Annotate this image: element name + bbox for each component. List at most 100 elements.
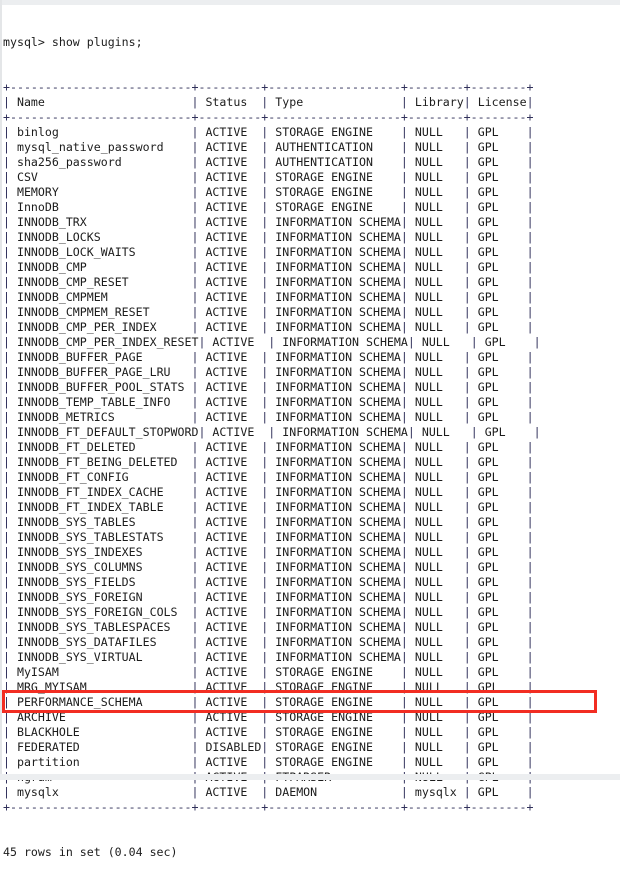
table-cell: INFORMATION SCHEMA xyxy=(275,470,401,484)
column-separator: | xyxy=(3,470,17,484)
column-separator: | xyxy=(400,470,415,484)
table-cell: NULL xyxy=(421,335,471,349)
table-row: | INNODB_FT_DELETED | ACTIVE | INFORMATI… xyxy=(3,440,617,455)
column-separator: | xyxy=(191,515,206,529)
table-cell: NULL xyxy=(414,140,464,154)
column-separator: | xyxy=(400,350,415,364)
table-top-rule: +--------------------------+---------+--… xyxy=(3,80,617,95)
column-separator: | xyxy=(463,710,478,724)
table-cell: GPL xyxy=(477,530,527,544)
table-cell: GPL xyxy=(477,200,527,214)
column-separator: | xyxy=(463,95,478,109)
table-rule: +--------------------------+---------+--… xyxy=(3,80,534,94)
table-cell: ACTIVE xyxy=(205,185,262,199)
column-separator: | xyxy=(463,725,478,739)
table-cell: NULL xyxy=(414,440,464,454)
column-separator: | xyxy=(191,500,206,514)
column-separator: | xyxy=(191,620,206,634)
table-cell: INFORMATION SCHEMA xyxy=(275,365,401,379)
column-separator: | xyxy=(463,260,478,274)
table-cell: INNODB_BUFFER_PAGE_LRU xyxy=(16,365,192,379)
table-cell: NULL xyxy=(414,290,464,304)
table-cell: INNODB_CMPMEM_RESET xyxy=(16,305,192,319)
table-cell: INNODB_LOCKS xyxy=(16,230,192,244)
column-separator: | xyxy=(261,560,276,574)
column-separator: | xyxy=(3,530,17,544)
table-row: | CSV | ACTIVE | STORAGE ENGINE | NULL |… xyxy=(3,170,617,185)
table-cell: ACTIVE xyxy=(205,755,262,769)
column-separator: | xyxy=(191,755,206,769)
column-separator: | xyxy=(400,605,415,619)
table-cell: ACTIVE xyxy=(205,395,262,409)
column-separator: | xyxy=(400,230,415,244)
table-cell: ACTIVE xyxy=(205,155,262,169)
column-separator: | xyxy=(3,560,17,574)
column-separator: | xyxy=(463,560,478,574)
table-row: | BLACKHOLE | ACTIVE | STORAGE ENGINE | … xyxy=(3,725,617,740)
table-cell: NULL xyxy=(414,665,464,679)
table-row: | INNODB_LOCK_WAITS | ACTIVE | INFORMATI… xyxy=(3,245,617,260)
column-separator: | xyxy=(261,350,276,364)
column-separator: | xyxy=(526,575,534,589)
column-separator: | xyxy=(470,425,485,439)
column-separator: | xyxy=(3,140,17,154)
column-separator: | xyxy=(463,455,478,469)
table-cell: GPL xyxy=(477,380,527,394)
table-row: | INNODB_SYS_DATAFILES | ACTIVE | INFORM… xyxy=(3,635,617,650)
column-separator: | xyxy=(400,560,415,574)
table-cell: INFORMATION SCHEMA xyxy=(275,305,401,319)
table-cell: STORAGE ENGINE xyxy=(275,740,401,754)
column-separator: | xyxy=(191,785,206,799)
column-separator: | xyxy=(400,740,415,754)
table-cell: NULL xyxy=(414,500,464,514)
column-separator: | xyxy=(3,680,17,694)
terminal-output[interactable]: mysql> show plugins; +------------------… xyxy=(3,5,617,890)
table-cell: GPL xyxy=(477,215,527,229)
table-cell: NULL xyxy=(414,455,464,469)
column-separator: | xyxy=(463,755,478,769)
table-cell: INFORMATION SCHEMA xyxy=(275,560,401,574)
table-cell: GPL xyxy=(484,335,534,349)
table-cell: NULL xyxy=(414,380,464,394)
column-separator: | xyxy=(463,395,478,409)
column-separator: | xyxy=(3,275,17,289)
table-cell: INNODB_METRICS xyxy=(16,410,192,424)
column-separator: | xyxy=(400,725,415,739)
column-separator: | xyxy=(261,95,276,109)
table-cell: NULL xyxy=(414,710,464,724)
column-separator: | xyxy=(268,425,283,439)
column-separator: | xyxy=(463,185,478,199)
table-cell: GPL xyxy=(477,665,527,679)
plugins-table: +--------------------------+---------+--… xyxy=(3,80,617,815)
table-header-cell: Type xyxy=(275,95,401,109)
table-row: | MyISAM | ACTIVE | STORAGE ENGINE | NUL… xyxy=(3,665,617,680)
table-row: | INNODB_BUFFER_PAGE_LRU | ACTIVE | INFO… xyxy=(3,365,617,380)
table-cell: NULL xyxy=(414,590,464,604)
column-separator: | xyxy=(526,725,534,739)
column-separator: | xyxy=(261,620,276,634)
column-separator: | xyxy=(261,605,276,619)
terminal-window[interactable]: mysql> show plugins; +------------------… xyxy=(0,0,620,859)
table-cell: NULL xyxy=(414,560,464,574)
column-separator: | xyxy=(3,485,17,499)
column-separator: | xyxy=(526,665,534,679)
table-cell: FEDERATED xyxy=(16,740,192,754)
column-separator: | xyxy=(400,680,415,694)
table-cell: INFORMATION SCHEMA xyxy=(282,335,408,349)
table-cell: INNODB_FT_INDEX_TABLE xyxy=(16,500,192,514)
table-cell: NULL xyxy=(414,680,464,694)
table-cell: ACTIVE xyxy=(205,275,262,289)
table-cell: INFORMATION SCHEMA xyxy=(275,650,401,664)
table-cell: ACTIVE xyxy=(205,590,262,604)
column-separator: | xyxy=(3,215,17,229)
table-cell: ACTIVE xyxy=(205,575,262,589)
table-cell: INNODB_FT_INDEX_CACHE xyxy=(16,485,192,499)
table-rule: +--------------------------+---------+--… xyxy=(3,800,534,814)
table-cell: GPL xyxy=(477,605,527,619)
table-row: | INNODB_TEMP_TABLE_INFO | ACTIVE | INFO… xyxy=(3,395,617,410)
column-separator: | xyxy=(3,740,17,754)
table-cell: INNODB_CMP xyxy=(16,260,192,274)
table-cell: ACTIVE xyxy=(205,695,262,709)
table-cell: INFORMATION SCHEMA xyxy=(275,230,401,244)
column-separator: | xyxy=(463,500,478,514)
